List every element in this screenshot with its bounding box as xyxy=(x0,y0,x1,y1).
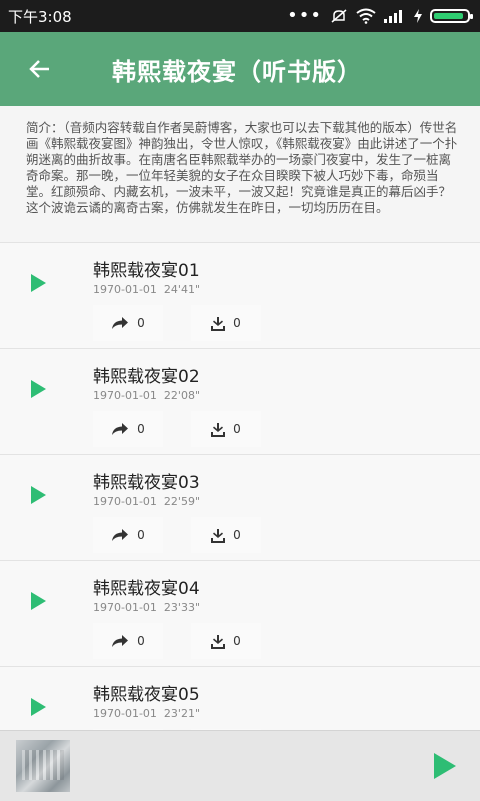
share-icon xyxy=(112,529,129,541)
episode-meta: 1970-01-01 24'41" xyxy=(93,283,200,296)
share-icon xyxy=(112,635,129,647)
episode-actions: 00 xyxy=(93,305,261,341)
page-title: 韩熙载夜宴（听书版） xyxy=(112,57,362,86)
app-bar: 韩熙载夜宴（听书版） xyxy=(0,32,480,106)
download-count: 0 xyxy=(233,422,241,436)
mute-icon xyxy=(331,9,347,23)
charging-icon xyxy=(414,9,422,23)
play-icon[interactable] xyxy=(24,587,52,615)
download-count: 0 xyxy=(233,528,241,542)
episode-actions: 00 xyxy=(93,517,261,553)
download-icon xyxy=(211,634,226,649)
episode-title: 韩熙载夜宴03 xyxy=(93,473,200,493)
list-item[interactable]: 韩熙载夜宴03 1970-01-01 22'59" 0 0 xyxy=(0,454,480,560)
share-icon xyxy=(112,317,129,329)
status-bar: 下午3:08 ••• xyxy=(0,0,480,32)
play-icon[interactable] xyxy=(24,693,52,721)
play-icon[interactable] xyxy=(24,375,52,403)
wifi-icon xyxy=(356,8,376,24)
episode-meta: 1970-01-01 23'33" xyxy=(93,601,200,614)
share-count: 0 xyxy=(137,316,145,330)
book-intro: 简介：（音频内容转载自作者吴蔚博客，大家也可以去下载其他的版本）传世名画《韩熙载… xyxy=(0,106,480,242)
status-time: 下午3:08 xyxy=(8,7,72,26)
play-icon[interactable] xyxy=(430,751,458,781)
arrow-left-icon xyxy=(29,60,49,78)
play-icon[interactable] xyxy=(24,481,52,509)
list-item[interactable]: 韩熙载夜宴01 1970-01-01 24'41" 0 0 xyxy=(0,242,480,348)
back-button[interactable] xyxy=(0,32,80,106)
download-button[interactable]: 0 xyxy=(191,623,261,659)
episode-title: 韩熙载夜宴04 xyxy=(93,579,200,599)
status-icons: ••• xyxy=(287,5,473,26)
episode-actions: 00 xyxy=(93,623,261,659)
list-item[interactable]: 韩熙载夜宴04 1970-01-01 23'33" 0 0 xyxy=(0,560,480,666)
play-icon[interactable] xyxy=(24,269,52,297)
episode-meta: 1970-01-01 22'08" xyxy=(93,389,200,402)
player-bar xyxy=(0,730,480,801)
share-button[interactable]: 0 xyxy=(93,305,163,341)
download-button[interactable]: 0 xyxy=(191,517,261,553)
episode-list: 韩熙载夜宴01 1970-01-01 24'41" 0 0 韩熙载夜宴02 1970-01… xyxy=(0,242,480,772)
episode-title: 韩熙载夜宴05 xyxy=(93,685,200,705)
share-button[interactable]: 0 xyxy=(93,411,163,447)
signal-icon xyxy=(384,10,402,23)
download-icon xyxy=(211,528,226,543)
share-button[interactable]: 0 xyxy=(93,623,163,659)
download-count: 0 xyxy=(233,316,241,330)
episode-meta: 1970-01-01 22'59" xyxy=(93,495,200,508)
download-icon xyxy=(211,316,226,331)
battery-icon xyxy=(430,9,473,23)
share-count: 0 xyxy=(137,422,145,436)
share-count: 0 xyxy=(137,528,145,542)
download-icon xyxy=(211,422,226,437)
episode-title: 韩熙载夜宴01 xyxy=(93,261,200,281)
download-button[interactable]: 0 xyxy=(191,305,261,341)
share-button[interactable]: 0 xyxy=(93,517,163,553)
more-notifications-icon: ••• xyxy=(287,5,322,26)
download-count: 0 xyxy=(233,634,241,648)
battery-level xyxy=(434,13,463,19)
share-count: 0 xyxy=(137,634,145,648)
episode-actions: 00 xyxy=(93,411,261,447)
episode-title: 韩熙载夜宴02 xyxy=(93,367,200,387)
episode-meta: 1970-01-01 23'21" xyxy=(93,707,200,720)
download-button[interactable]: 0 xyxy=(191,411,261,447)
album-cover[interactable] xyxy=(16,740,70,792)
list-item[interactable]: 韩熙载夜宴02 1970-01-01 22'08" 0 0 xyxy=(0,348,480,454)
share-icon xyxy=(112,423,129,435)
